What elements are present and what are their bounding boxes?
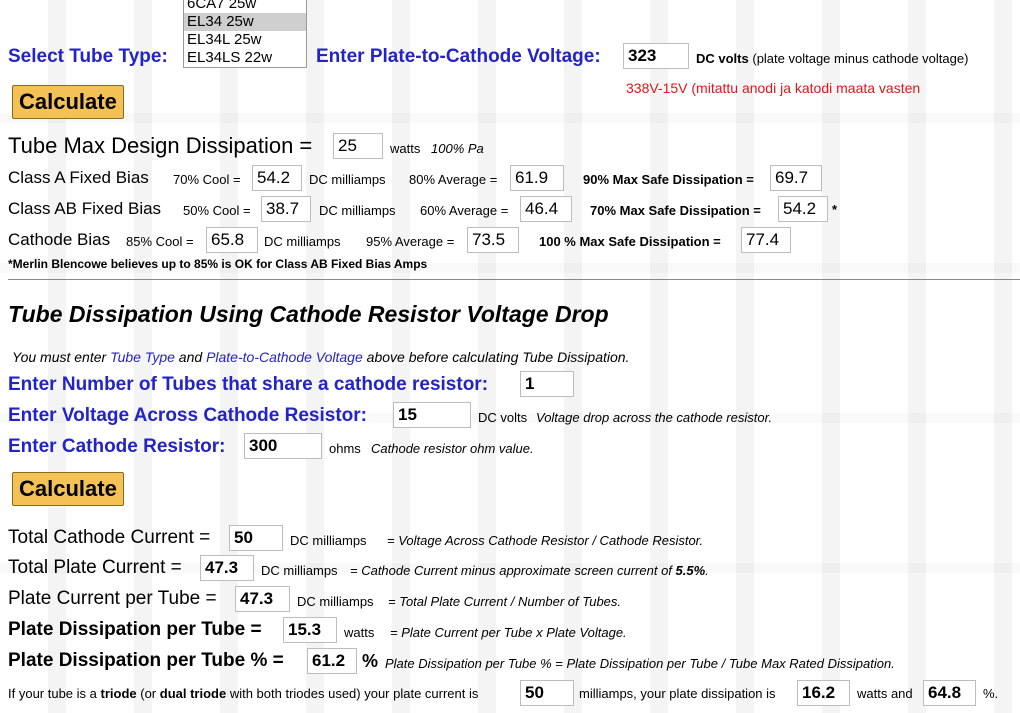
calculate-button-bottom[interactable]: Calculate: [12, 472, 124, 506]
cathode-bias-cool-input[interactable]: 65.8: [206, 227, 258, 253]
dissipation-pct-label: Plate Dissipation per Tube % =: [8, 650, 284, 671]
triode-pct-input[interactable]: 64.8: [923, 680, 976, 706]
plate-per-tube-note: = Total Plate Current / Number of Tubes.: [388, 594, 622, 609]
cathode-voltage-label: Enter Voltage Across Cathode Resistor:: [8, 405, 367, 426]
plate-per-tube-label: Plate Current per Tube =: [8, 588, 217, 609]
cathode-bias-unit: DC milliamps: [264, 234, 341, 249]
section2-intro: You must enter Tube Type and Plate-to-Ca…: [12, 349, 629, 365]
tube-option-el34ls[interactable]: EL34LS 22w: [184, 49, 306, 67]
triode-current-input[interactable]: 50: [520, 680, 574, 706]
total-plate-unit: DC milliamps: [261, 563, 338, 578]
class-a-avg-label: 80% Average =: [409, 172, 498, 187]
cathode-voltage-input[interactable]: 15: [393, 402, 471, 428]
class-a-cool-label: 70% Cool =: [173, 172, 241, 187]
cathode-bias-max-label: 100 % Max Safe Dissipation =: [539, 234, 721, 249]
plate-voltage-unit: DC volts: [696, 51, 749, 66]
dissipation-note: = Plate Current per Tube x Plate Voltage…: [390, 625, 627, 640]
class-ab-avg-label: 60% Average =: [420, 203, 509, 218]
dissipation-pct-input[interactable]: 61.2: [307, 648, 357, 674]
triode-b1: triode: [100, 686, 137, 701]
dissipation-pct-note: Plate Dissipation per Tube % = Plate Dis…: [385, 656, 895, 671]
max-dissipation-note: 100% Pa: [431, 141, 484, 156]
plate-voltage-input[interactable]: 323: [623, 43, 689, 69]
intro-link-tube-type[interactable]: Tube Type: [110, 349, 175, 365]
max-dissipation-unit: watts: [390, 141, 421, 156]
plate-voltage-label: Enter Plate-to-Cathode Voltage:: [316, 46, 601, 67]
section-divider: [8, 279, 1020, 280]
triode-b2: dual triode: [159, 686, 227, 701]
voltage-annotation: 338V-15V (mitattu anodi ja katodi maata …: [626, 80, 921, 96]
total-plate-note-pre: = Cathode Current minus approximate scre…: [350, 563, 676, 578]
select-tube-label: Select Tube Type:: [8, 46, 168, 67]
class-ab-label: Class AB Fixed Bias: [8, 199, 162, 218]
class-ab-max-label: 70% Max Safe Dissipation =: [590, 203, 761, 218]
class-ab-max-input[interactable]: 54.2: [778, 196, 828, 222]
class-ab-cool-input[interactable]: 38.7: [261, 196, 311, 222]
class-ab-unit: DC milliamps: [319, 203, 396, 218]
cathode-resistor-unit: ohms: [329, 441, 361, 456]
triode-pre: If your tube is a: [8, 686, 101, 701]
triode-mid2: with both triodes used) your plate curre…: [226, 686, 479, 701]
class-a-cool-input[interactable]: 54.2: [252, 165, 302, 191]
num-tubes-input[interactable]: 1: [520, 371, 574, 397]
section2-title: Tube Dissipation Using Cathode Resistor …: [8, 301, 609, 327]
cathode-bias-label: Cathode Bias: [8, 230, 111, 249]
tube-option-el34l[interactable]: EL34L 25w: [184, 31, 306, 49]
total-plate-note-bold: 5.5%: [675, 563, 706, 578]
dissipation-unit: watts: [344, 625, 375, 640]
max-dissipation-label: Tube Max Design Dissipation =: [8, 133, 313, 158]
class-a-max-label: 90% Max Safe Dissipation =: [583, 172, 754, 187]
plate-voltage-note: (plate voltage minus cathode voltage): [752, 51, 969, 66]
class-ab-avg-input[interactable]: 46.4: [520, 196, 572, 222]
cathode-bias-cool-label: 85% Cool =: [126, 234, 194, 249]
tube-type-select[interactable]: 6CA7 25w EL34 25w EL34L 25w EL34LS 22w: [183, 0, 307, 68]
cathode-resistor-input[interactable]: 300: [244, 433, 322, 459]
triode-dissipation-input[interactable]: 16.2: [797, 680, 850, 706]
num-tubes-label: Enter Number of Tubes that share a catho…: [8, 374, 489, 395]
cathode-bias-avg-label: 95% Average =: [366, 234, 455, 249]
tube-option-6ca7[interactable]: 6CA7 25w: [184, 0, 306, 13]
intro-pre: You must enter: [12, 349, 111, 365]
class-a-avg-input[interactable]: 61.9: [510, 165, 564, 191]
dissipation-label: Plate Dissipation per Tube =: [8, 619, 262, 640]
total-plate-input[interactable]: 47.3: [200, 555, 254, 581]
plate-per-tube-input[interactable]: 47.3: [235, 586, 290, 612]
triode-mid4: watts and: [857, 686, 913, 701]
triode-end: %.: [983, 686, 999, 701]
plate-per-tube-unit: DC milliamps: [297, 594, 374, 609]
intro-mid: and: [174, 349, 207, 365]
max-dissipation-input[interactable]: 25: [333, 133, 383, 159]
cathode-resistor-label: Enter Cathode Resistor:: [8, 436, 226, 457]
cathode-voltage-unit: DC volts: [478, 410, 528, 425]
tube-option-el34[interactable]: EL34 25w: [184, 13, 306, 31]
total-plate-note-post: .: [705, 563, 709, 578]
cathode-bias-avg-input[interactable]: 73.5: [467, 227, 519, 253]
class-a-max-input[interactable]: 69.7: [770, 165, 822, 191]
class-ab-cool-label: 50% Cool =: [183, 203, 251, 218]
total-plate-note: = Cathode Current minus approximate scre…: [350, 563, 709, 578]
class-a-label: Class A Fixed Bias: [8, 168, 149, 187]
triode-mid1: (or: [136, 686, 160, 701]
class-a-unit: DC milliamps: [309, 172, 386, 187]
intro-link-plate-voltage[interactable]: Plate-to-Cathode Voltage: [206, 349, 363, 365]
total-plate-label: Total Plate Current =: [8, 557, 182, 578]
calculate-button-top[interactable]: Calculate: [12, 85, 124, 119]
total-cathode-input[interactable]: 50: [229, 525, 283, 551]
dissipation-input[interactable]: 15.3: [283, 617, 337, 643]
cathode-voltage-note: Voltage drop across the cathode resistor…: [536, 410, 773, 425]
intro-post: above before calculating Tube Dissipatio…: [362, 349, 630, 365]
total-cathode-label: Total Cathode Current =: [8, 527, 211, 548]
total-cathode-note: = Voltage Across Cathode Resistor / Cath…: [387, 533, 704, 548]
footnote: *Merlin Blencowe believes up to 85% is O…: [8, 257, 428, 271]
cathode-bias-max-input[interactable]: 77.4: [741, 227, 791, 253]
dissipation-pct-unit: %: [362, 651, 379, 671]
triode-text: If your tube is a triode (or dual triode…: [8, 686, 478, 701]
total-cathode-unit: DC milliamps: [290, 533, 367, 548]
plate-voltage-unit-note: DC volts (plate voltage minus cathode vo…: [696, 51, 968, 66]
triode-mid3: milliamps, your plate dissipation is: [579, 686, 776, 701]
cathode-resistor-note: Cathode resistor ohm value.: [371, 441, 534, 456]
class-ab-star: *: [832, 202, 838, 217]
